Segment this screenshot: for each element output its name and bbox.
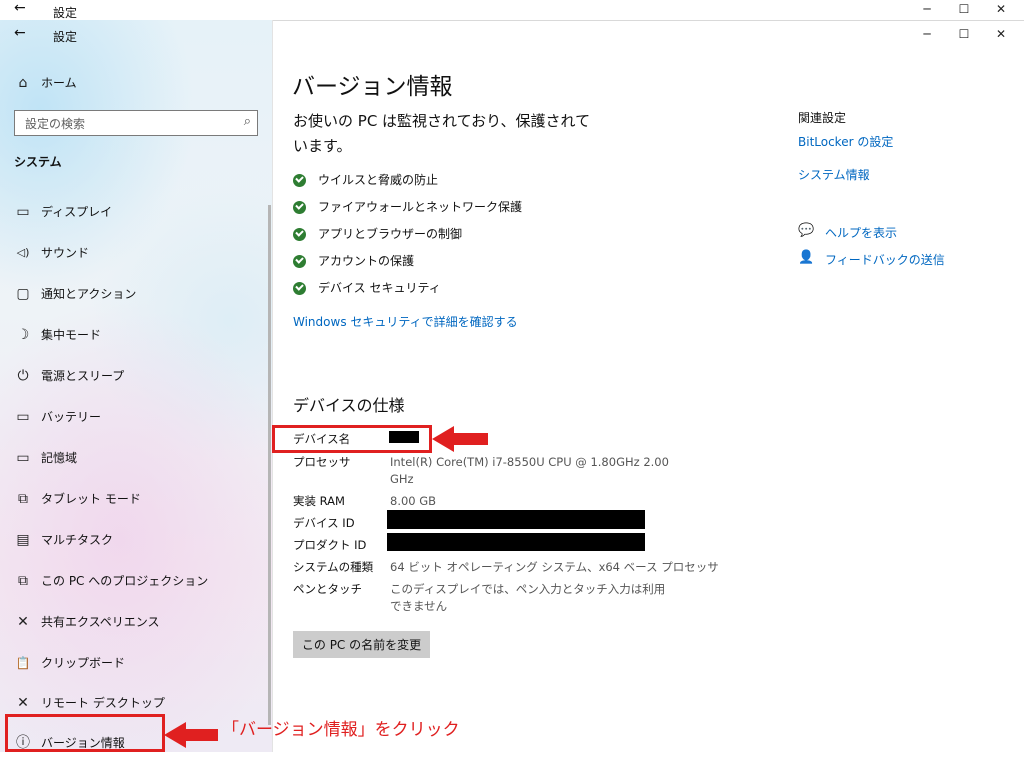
close-icon[interactable]: ✕ [991,2,1011,16]
sidebar-item-label: サウンド [41,246,90,260]
sidebar-item-shared-experiences[interactable]: ✕ 共有エクスペリエンス [0,613,272,653]
page-title: バージョン情報 [292,74,453,100]
shared-experiences-icon: ✕ [17,614,29,630]
bitlocker-settings-link[interactable]: BitLocker の設定 [798,133,893,150]
check-icon [293,255,306,268]
sidebar-item-project[interactable]: ⧉ この PC へのプロジェクション [0,572,272,612]
pen-touch-label: ペンとタッチ [293,582,362,596]
pen-touch-value: このディスプレイでは、ペン入力とタッチ入力は利用できません [390,582,666,613]
sound-icon: ◁) [16,246,30,259]
protection-status-text: お使いの PC は監視されており、保護されています。 [293,112,591,155]
product-id-label: プロダクト ID [293,538,367,552]
sidebar-item-clipboard[interactable]: 📋 クリップボード [0,654,272,694]
minimize-icon[interactable]: ─ [917,2,937,16]
protection-label: アカウントの保護 [318,254,415,268]
protection-label: ファイアウォールとネットワーク保護 [318,200,523,214]
sidebar-item-power[interactable]: ⏻ 電源とスリープ [0,367,272,407]
related-settings-title: 関連設定 [798,111,847,125]
device-specs-title: デバイスの仕様 [293,396,405,415]
sidebar-item-multitasking[interactable]: ▤ マルチタスク [0,531,272,571]
check-icon [293,282,306,295]
sidebar-item-home[interactable]: ⌂ ホーム [0,74,272,114]
window-title: 設定 [53,30,78,44]
sidebar-item-focus-assist[interactable]: ☽ 集中モード [0,326,272,366]
sidebar-item-label: バッテリー [41,410,102,424]
product-id-redacted [387,533,645,551]
project-icon: ⧉ [18,573,28,589]
sidebar-item-label: 通知とアクション [41,287,137,301]
minimize-button[interactable]: ─ [917,27,937,41]
rename-pc-button[interactable]: この PC の名前を変更 [293,631,430,658]
ram-label: 実装 RAM [293,494,345,508]
tablet-mode-icon: ⧉ [18,491,28,507]
back-button[interactable]: ← [14,25,26,41]
device-id-label: デバイス ID [293,516,355,530]
ram-value: 8.00 GB [390,494,437,508]
notifications-icon: ▢ [16,286,30,302]
close-button[interactable]: ✕ [991,27,1011,41]
sidebar-item-display[interactable]: ▭ ディスプレイ [0,203,272,243]
check-icon [293,174,306,187]
sidebar-item-label: 電源とスリープ [41,369,125,383]
home-icon: ⌂ [18,75,28,91]
check-icon [293,228,306,241]
display-icon: ▭ [16,204,30,220]
device-id-redacted [387,510,645,529]
processor-label: プロセッサ [293,455,351,469]
clipboard-icon: 📋 [15,656,31,670]
processor-value: Intel(R) Core(TM) i7-8550U CPU @ 1.80GHz… [390,455,669,486]
sidebar-item-storage[interactable]: ▭ 記憶域 [0,449,272,489]
sidebar-item-label: 共有エクスペリエンス [41,615,160,629]
storage-icon: ▭ [16,450,30,466]
annotation-arrow-about [164,722,218,748]
window-titlebar: ← 設定 ─ ☐ ✕ [0,20,1024,50]
sidebar-item-label: タブレット モード [41,492,141,506]
remote-desktop-icon: ✕ [17,695,29,711]
maximize-icon[interactable]: ☐ [954,2,974,16]
sidebar-item-tablet-mode[interactable]: ⧉ タブレット モード [0,490,272,530]
focus-assist-icon: ☽ [16,327,30,343]
sidebar-section-title: システム [14,155,62,169]
sidebar-scrollbar[interactable] [268,205,271,725]
sidebar-item-label: 記憶域 [41,451,78,465]
background-window-titlebar: ← 設定 ─ ☐ ✕ [0,0,1024,21]
sidebar-item-label: この PC へのプロジェクション [41,574,209,588]
sidebar-item-label: リモート デスクトップ [41,696,165,710]
get-help-link[interactable]: ヘルプを表示 [825,224,897,241]
help-chat-icon: 💬 [798,223,815,238]
battery-icon: ▭ [16,409,30,425]
system-type-value: 64 ビット オペレーティング システム、x64 ベース プロセッサ [390,560,719,574]
power-icon: ⏻ [17,368,29,384]
system-info-link[interactable]: システム情報 [798,166,870,183]
sidebar-item-label: クリップボード [41,656,126,670]
sidebar-item-sound[interactable]: ◁) サウンド [0,244,272,284]
protection-label: デバイス セキュリティ [318,281,441,295]
multitasking-icon: ▤ [16,532,30,548]
system-type-label: システムの種類 [293,560,374,574]
protection-label: アプリとブラウザーの制御 [318,227,463,241]
back-arrow-icon[interactable]: ← [14,0,26,16]
windows-security-link[interactable]: Windows セキュリティで詳細を確認する [293,313,518,330]
sidebar-item-label: ホーム [41,76,77,90]
search-placeholder: 設定の検索 [25,117,86,131]
background-window-title: 設定 [53,6,78,20]
search-input[interactable]: 設定の検索 ⌕ [14,110,258,136]
feedback-link[interactable]: フィードバックの送信 [825,251,945,268]
protection-label: ウイルスと脅威の防止 [318,173,439,187]
sidebar-item-label: ディスプレイ [41,205,113,219]
check-icon [293,201,306,214]
sidebar-item-battery[interactable]: ▭ バッテリー [0,408,272,448]
annotation-highlight-about [5,714,165,752]
annotation-text: 「バージョン情報」をクリック [222,720,460,740]
sidebar-item-label: 集中モード [41,328,102,342]
maximize-button[interactable]: ☐ [954,27,974,41]
sidebar-item-label: マルチタスク [41,533,114,547]
annotation-arrow-device-name [432,426,488,452]
sidebar-item-notifications[interactable]: ▢ 通知とアクション [0,285,272,325]
feedback-icon: 👤 [798,250,815,265]
search-icon: ⌕ [243,114,251,129]
annotation-highlight-device-name [272,425,432,453]
